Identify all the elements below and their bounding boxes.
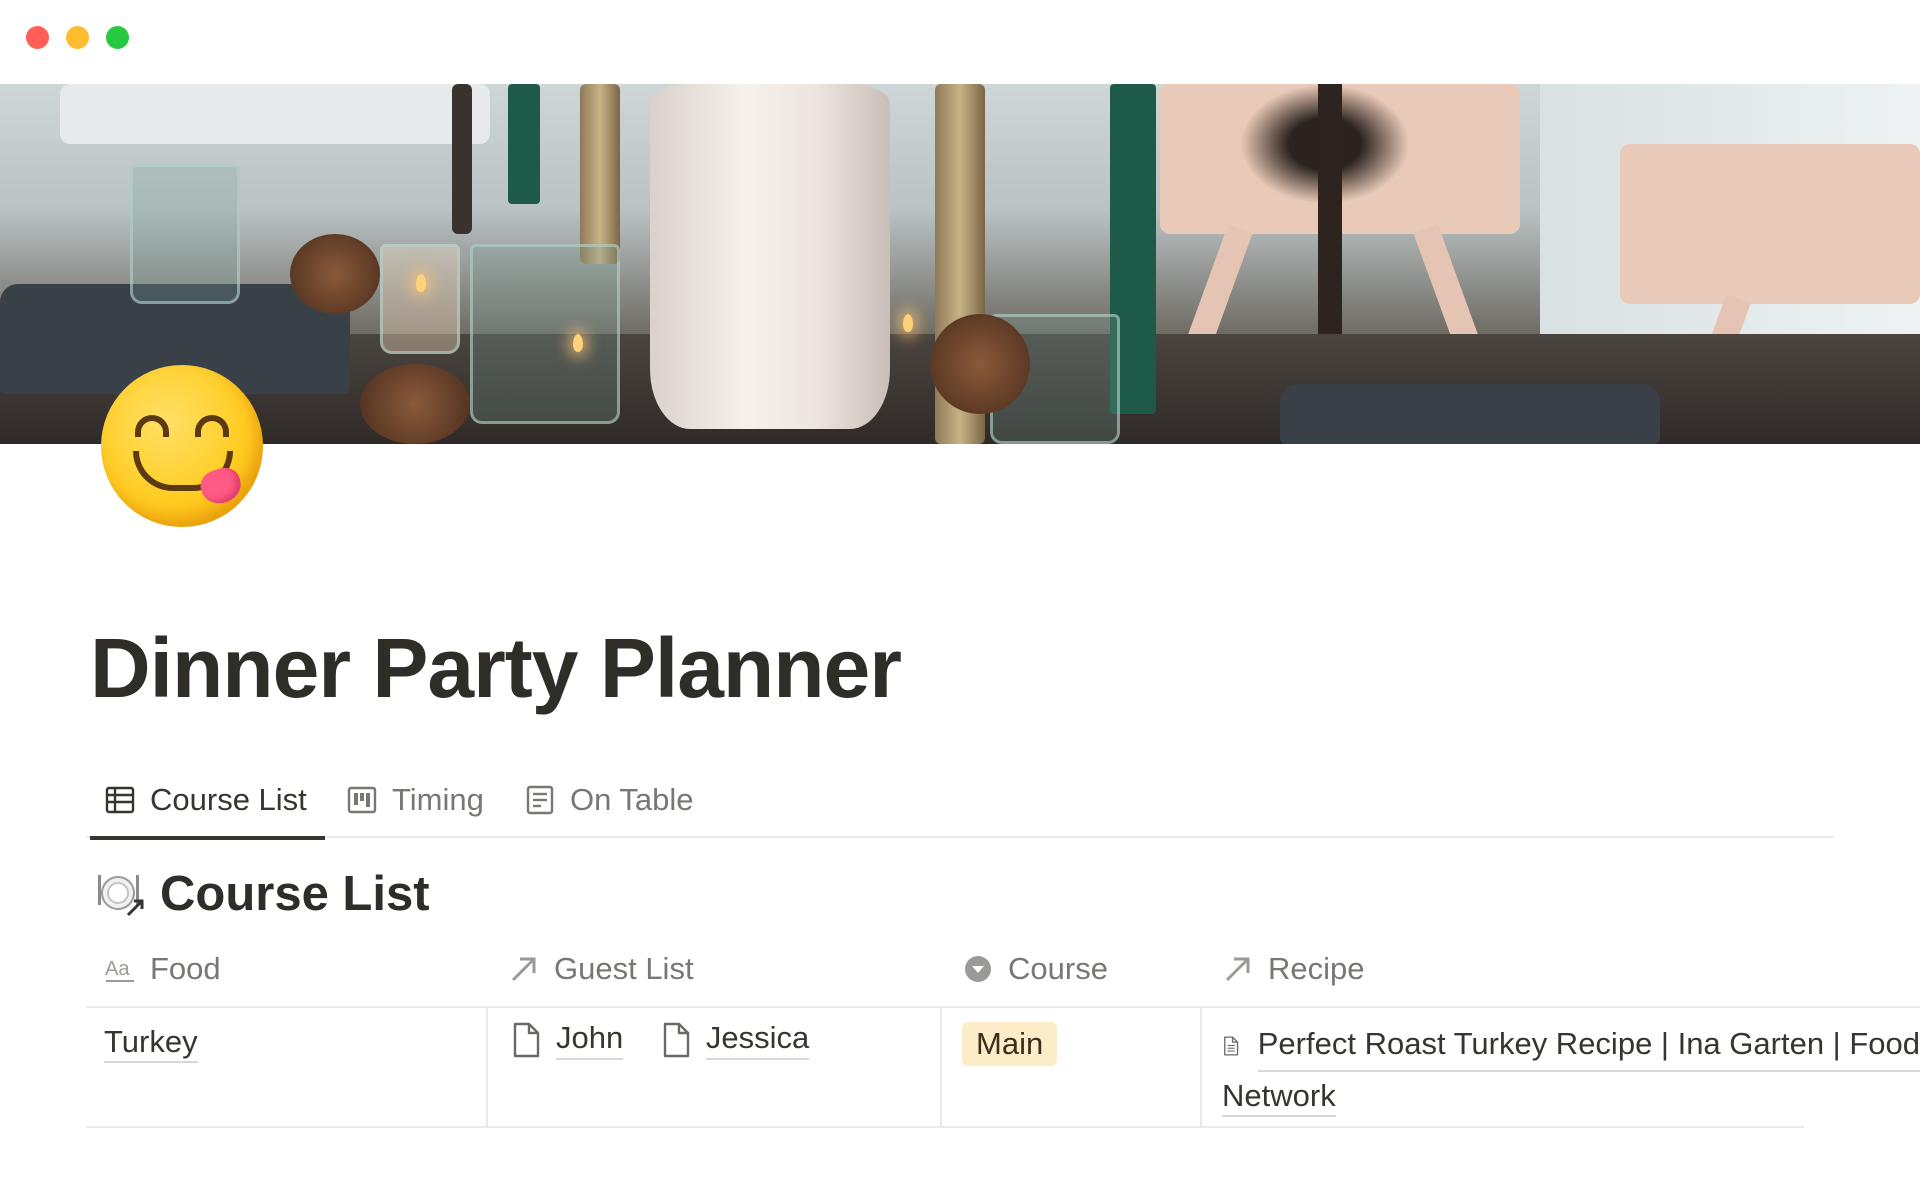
tab-timing[interactable]: Timing xyxy=(346,762,484,838)
column-header-label: Course xyxy=(1008,951,1108,986)
page-icon xyxy=(513,1022,540,1058)
column-header-recipe[interactable]: Recipe xyxy=(1222,944,1365,994)
relation-arrow-icon xyxy=(511,957,536,982)
cell-course[interactable]: Main xyxy=(962,1022,1058,1066)
window-titlebar xyxy=(0,0,1920,84)
column-header-guest-list[interactable]: Guest List xyxy=(508,944,694,994)
column-divider xyxy=(940,1008,942,1126)
food-title[interactable]: Turkey xyxy=(104,1024,198,1063)
select-icon xyxy=(965,956,991,982)
header-divider xyxy=(86,1006,1920,1008)
page-emoji-icon[interactable] xyxy=(98,362,266,530)
zoom-window-button[interactable] xyxy=(106,26,129,49)
table-icon xyxy=(105,786,135,814)
minimize-window-button[interactable] xyxy=(66,26,89,49)
recipe-link[interactable]: Perfect Roast Turkey Recipe | Ina Garten… xyxy=(1257,1020,1920,1072)
recipe-link-continued[interactable]: Network xyxy=(1222,1078,1336,1117)
row-divider xyxy=(86,1126,1804,1128)
guest-relation-john[interactable]: John xyxy=(510,1020,624,1060)
cell-guest-list[interactable]: John Jessica xyxy=(510,1020,837,1066)
list-icon xyxy=(526,785,554,815)
page-cover-image[interactable] xyxy=(0,84,1920,444)
tab-course-list[interactable]: Course List xyxy=(90,762,325,840)
page-title[interactable]: Dinner Party Planner xyxy=(90,620,902,717)
page-icon xyxy=(663,1022,690,1058)
cell-food[interactable]: Turkey xyxy=(104,1024,198,1063)
column-header-course[interactable]: Course xyxy=(962,944,1108,994)
board-icon xyxy=(347,786,377,814)
tab-label: On Table xyxy=(570,782,694,817)
column-divider xyxy=(486,1008,488,1126)
svg-text:Aa: Aa xyxy=(105,958,130,980)
guest-relation-jessica[interactable]: Jessica xyxy=(660,1020,810,1060)
column-header-food[interactable]: Aa Food xyxy=(104,944,221,994)
column-header-label: Food xyxy=(150,951,221,986)
tab-label: Course List xyxy=(150,782,307,817)
database-title-text: Course List xyxy=(160,867,430,921)
plate-link-icon xyxy=(96,869,146,919)
document-icon xyxy=(1224,1036,1239,1056)
title-aa-icon: Aa xyxy=(105,958,134,982)
view-tabs: Course List Timing On Table xyxy=(86,762,1834,840)
column-header-label: Guest List xyxy=(554,951,694,986)
column-header-label: Recipe xyxy=(1268,951,1365,986)
tab-on-table[interactable]: On Table xyxy=(524,762,694,838)
relation-arrow-icon xyxy=(1225,957,1250,982)
face-savoring-food-icon xyxy=(101,365,263,527)
course-tag: Main xyxy=(962,1022,1058,1066)
guest-name: John xyxy=(556,1020,624,1060)
tab-label: Timing xyxy=(392,782,484,817)
column-divider xyxy=(1200,1008,1202,1126)
cell-recipe[interactable]: Perfect Roast Turkey Recipe | Ina Garten… xyxy=(1222,1020,1920,1120)
close-window-button[interactable] xyxy=(26,26,49,49)
database-title[interactable]: Course List xyxy=(96,866,430,922)
guest-name: Jessica xyxy=(705,1020,810,1060)
